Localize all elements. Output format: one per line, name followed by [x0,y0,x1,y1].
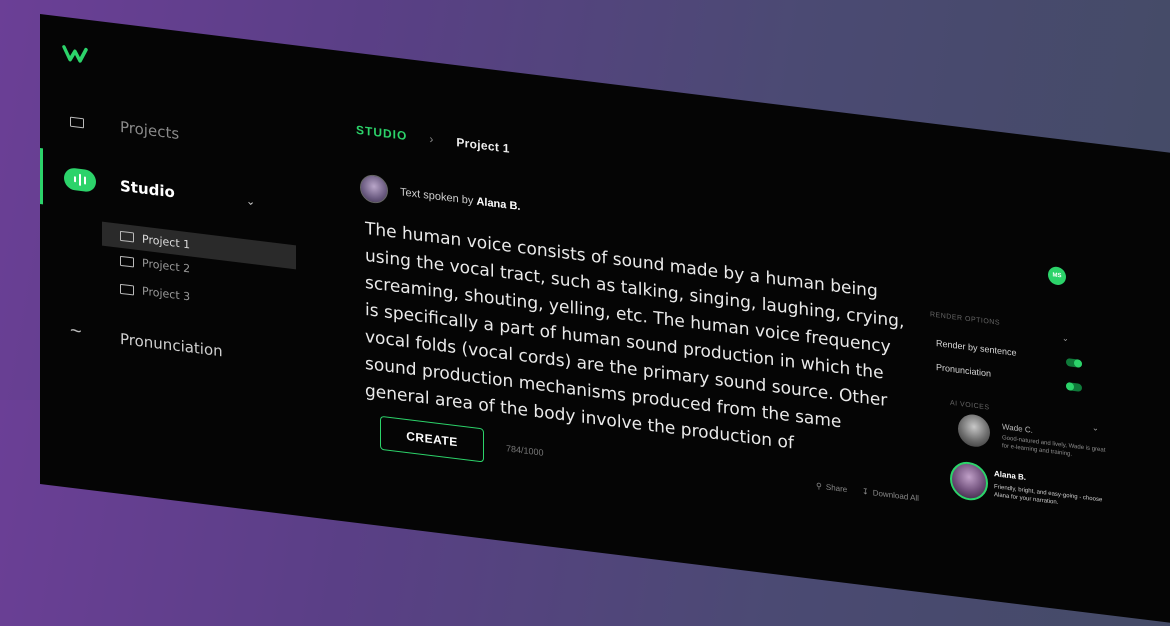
sidebar-item-label: Studio [120,176,175,202]
option-render-by-sentence: Render by sentence [936,338,1017,358]
waveform-icon [64,166,96,193]
voice-avatar [950,459,988,503]
voice-description: Friendly, bright, and easy-going - choos… [994,484,1103,507]
speaker-text: Text spoken by Alana B. [400,186,521,213]
download-label: Download All [872,488,919,503]
voice-name: Wade C. [1002,422,1033,435]
active-indicator [40,148,43,205]
app-window: Projects Studio ⌄ Project 1 Project 2 Pr… [40,14,1170,626]
project-item[interactable]: Project 3 [120,282,191,304]
project-label: Project 3 [142,284,191,304]
project-label: Project 2 [142,256,191,276]
logo-icon [62,45,88,63]
project-item[interactable]: Project 2 [120,254,191,276]
share-button[interactable]: ⚲ Share [816,481,847,494]
pronunciation-toggle[interactable] [1066,381,1082,392]
voice-name: Alana B. [994,469,1027,483]
folder-icon [120,230,134,243]
sidebar-item-label: Projects [120,117,180,144]
folder-icon [120,283,134,296]
sidebar-item-pronunciation[interactable]: ~ Pronunciation [40,319,280,361]
share-label: Share [825,482,848,495]
voice-description: Good-natured and lively, Wade is great f… [1002,435,1106,458]
render-by-sentence-toggle[interactable] [1066,357,1082,368]
sidebar-item-projects[interactable]: Projects [40,110,280,143]
main-content: STUDIO › Project 1 Text spoken by Alana … [340,51,960,597]
chevron-down-icon[interactable]: ⌄ [1062,333,1069,343]
render-options-heading: RENDER OPTIONS [930,311,1001,327]
ai-voices-heading: AI VOICES [950,399,990,412]
add-user-icon: ⚲ [816,481,822,492]
avatar[interactable] [360,173,388,205]
create-button[interactable]: CREATE [380,415,484,463]
option-pronunciation: Pronunciation [936,362,992,379]
breadcrumb-studio[interactable]: STUDIO [356,123,407,143]
sidebar: Projects Studio ⌄ Project 1 Project 2 Pr… [40,14,296,513]
sidebar-item-label: Pronunciation [120,329,223,361]
right-panel: MS RENDER OPTIONS ⌄ Render by sentence P… [920,122,1120,617]
speaker-info: Text spoken by Alana B. [360,173,520,221]
breadcrumb: STUDIO › Project 1 [356,123,510,156]
chevron-down-icon[interactable]: ⌄ [246,194,255,208]
breadcrumb-project: Project 1 [456,135,510,156]
user-avatar[interactable]: MS [1048,265,1066,286]
download-all-button[interactable]: ↧ Download All [862,487,919,503]
char-counter: 784/1000 [506,443,544,458]
chevron-down-icon[interactable]: ⌄ [1092,423,1099,433]
chevron-right-icon: › [429,131,435,147]
voice-avatar [958,412,990,449]
download-icon: ↧ [862,486,869,497]
project-label: Project 1 [142,232,191,251]
folder-icon [120,255,134,268]
folder-icon [70,114,84,134]
tilde-icon: ~ [70,319,82,344]
